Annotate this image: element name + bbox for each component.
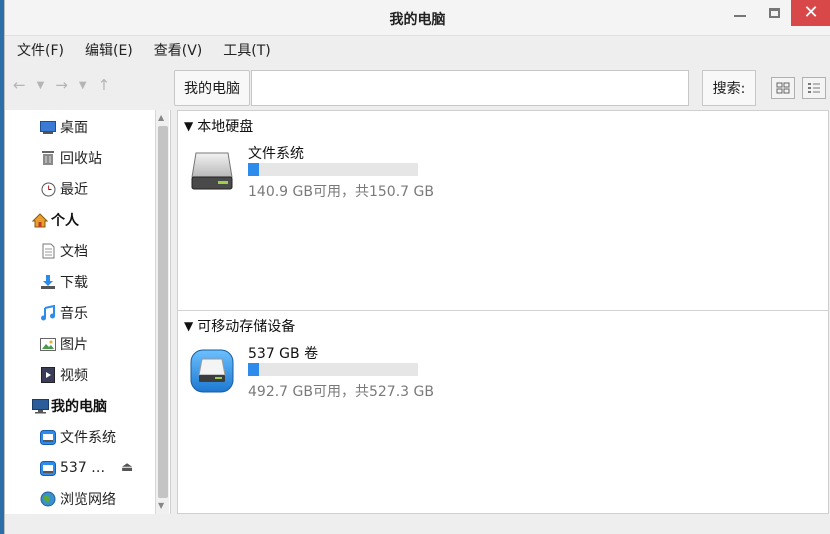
grid-view-icon [776,82,790,94]
sidebar-item-filesystem[interactable]: 文件系统 [39,424,116,450]
navigation-buttons: ← ▼ → ▼ ↑ [13,76,121,94]
sidebar-item-trash[interactable]: 回收站 [39,145,102,171]
clock-icon [39,181,57,197]
drive-usage-bar [248,163,418,176]
video-icon [39,367,57,383]
sidebar-item-desktop[interactable]: 桌面 [39,114,88,140]
menu-edit[interactable]: 编辑(E) [85,40,133,60]
close-button[interactable]: ✕ [791,0,830,26]
title-bar[interactable]: 我的电脑 ✕ [5,0,830,36]
forward-history-chevron-icon[interactable]: ▼ [79,80,87,91]
desktop-icon [39,119,57,135]
back-arrow-icon[interactable]: ← [13,76,26,94]
sidebar-item-label: 537 … [60,460,106,476]
sidebar-item-label: 下载 [60,275,88,291]
sidebar-header-label: 个人 [51,213,79,229]
list-view-icon [808,83,820,93]
eject-icon[interactable]: ⏏ [121,460,133,475]
music-icon [39,305,57,321]
minimize-icon [734,15,746,17]
group-header-removable[interactable]: ▼ 可移动存储设备 [184,314,295,338]
sidebar-item-537-volume[interactable]: 537 … [39,455,105,481]
network-icon [39,491,57,507]
sidebar-item-label: 回收站 [60,151,102,167]
removable-drive-icon [190,349,234,393]
minimize-button[interactable] [723,0,757,26]
maximize-icon [768,8,780,18]
scroll-down-icon[interactable]: ▼ [158,501,164,510]
document-icon [39,243,57,259]
menu-tools[interactable]: 工具(T) [223,40,270,60]
sidebar-item-documents[interactable]: 文档 [39,238,88,264]
sidebar-item-label: 文档 [60,244,88,260]
drive-item-537-volume[interactable]: 537 GB 卷 492.7 GB可用，共527.3 GB [188,343,588,403]
sidebar-item-videos[interactable]: 视频 [39,362,88,388]
sidebar-scrollbar[interactable]: ▲ ▼ [155,110,169,514]
sidebar-item-music[interactable]: 音乐 [39,300,88,326]
drive-item-filesystem[interactable]: 文件系统 140.9 GB可用，共150.7 GB [188,143,588,203]
sidebar-item-label: 图片 [60,337,88,353]
sidebar-item-label: 浏览网络 [60,492,116,508]
maximize-button[interactable] [757,0,791,26]
search-button[interactable]: 搜索: [702,70,756,106]
scroll-up-icon[interactable]: ▲ [158,113,164,122]
group-title: 本地硬盘 [197,119,254,135]
drive-usage-bar [248,363,418,376]
close-icon: ✕ [803,2,819,23]
forward-arrow-icon[interactable]: → [55,76,68,94]
sidebar-header-computer[interactable]: 我的电脑 [31,393,107,419]
sidebar-header-personal[interactable]: 个人 [31,207,79,233]
drive-name: 文件系统 [248,146,304,162]
menu-view[interactable]: 查看(V) [154,40,203,60]
group-header-local-disks[interactable]: ▼ 本地硬盘 [184,114,253,138]
sidebar-item-network[interactable]: 浏览网络 [39,486,116,512]
collapse-triangle-icon[interactable]: ▼ [184,319,193,333]
sidebar-item-label: 最近 [60,182,88,198]
sidebar-item-label: 音乐 [60,306,88,322]
drive-icon [39,429,57,445]
main-content: ▼ 本地硬盘 文件系统 140.9 GB可用，共150.7 GB ▼ 可移动存储… [177,110,829,514]
status-bar [5,514,830,534]
home-icon [31,212,49,228]
sidebar-item-label: 视频 [60,368,88,384]
drive-usage-fill [248,363,260,376]
sidebar: 桌面 回收站 最近 个人 文档 下载 音乐 图片 视频 我的电脑 文件系统 53… [5,110,171,514]
trash-icon [39,150,57,166]
icon-view-button[interactable] [771,77,795,99]
sidebar-item-label: 文件系统 [60,430,116,446]
toolbar: ← ▼ → ▼ ↑ 我的电脑 搜索: [5,64,830,110]
back-history-chevron-icon[interactable]: ▼ [37,80,45,91]
hard-disk-icon [191,152,233,190]
sidebar-item-label: 桌面 [60,120,88,136]
drive-icon [39,460,57,476]
drive-space-text: 492.7 GB可用，共527.3 GB [248,384,434,400]
detail-view-button[interactable] [802,77,826,99]
file-manager-window: 我的电脑 ✕ 文件(F) 编辑(E) 查看(V) 工具(T) ← ▼ → ▼ ↑… [4,0,830,534]
computer-icon [31,398,49,414]
sidebar-item-recent[interactable]: 最近 [39,176,88,202]
picture-icon [39,336,57,352]
menu-bar: 文件(F) 编辑(E) 查看(V) 工具(T) [5,36,830,64]
group-separator [178,310,828,311]
window-title: 我的电脑 [389,12,446,28]
sidebar-item-downloads[interactable]: 下载 [39,269,88,295]
drive-name: 537 GB 卷 [248,346,319,362]
drive-space-text: 140.9 GB可用，共150.7 GB [248,184,434,200]
menu-file[interactable]: 文件(F) [17,40,64,60]
sidebar-item-pictures[interactable]: 图片 [39,331,88,357]
collapse-triangle-icon[interactable]: ▼ [184,119,193,133]
drive-usage-fill [248,163,260,176]
location-breadcrumb-button[interactable]: 我的电脑 [174,70,250,106]
up-arrow-icon[interactable]: ↑ [98,76,111,94]
download-icon [39,274,57,290]
scrollbar-thumb[interactable] [158,126,168,498]
sidebar-header-label: 我的电脑 [51,399,107,415]
location-input[interactable] [251,70,689,106]
group-title: 可移动存储设备 [197,319,296,335]
